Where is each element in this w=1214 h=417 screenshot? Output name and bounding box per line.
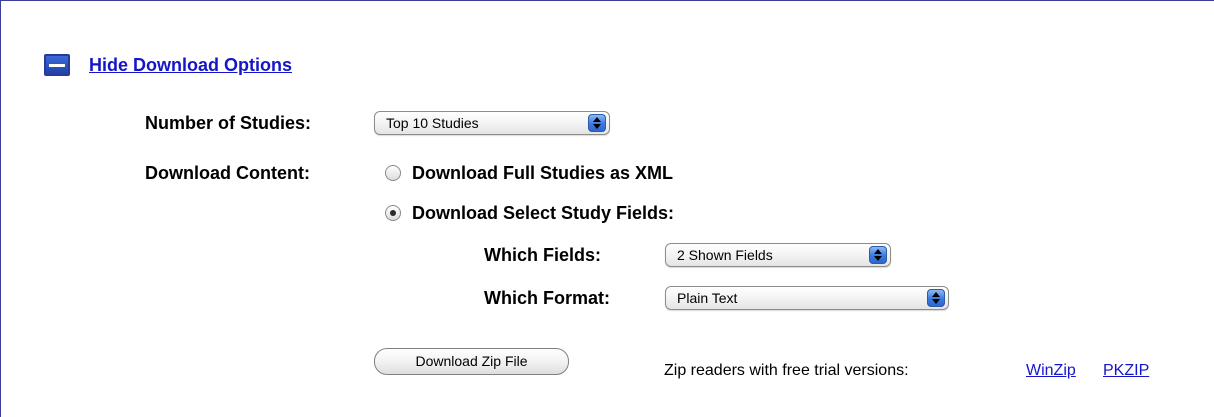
popup-arrows-icon (927, 289, 945, 307)
download-content-label: Download Content: (145, 163, 310, 183)
number-of-studies-value: Top 10 Studies (386, 115, 479, 131)
zip-readers-text: Zip readers with free trial versions: (664, 362, 909, 379)
radio-full-studies-xml[interactable] (385, 165, 401, 181)
which-format-value: Plain Text (677, 290, 738, 306)
popup-arrows-icon (588, 114, 606, 132)
pkzip-link[interactable]: PKZIP (1103, 361, 1149, 381)
hide-download-options-link[interactable]: Hide Download Options (89, 54, 292, 76)
which-fields-select[interactable]: 2 Shown Fields (665, 243, 891, 267)
popup-arrows-icon (869, 246, 887, 264)
which-format-label: Which Format: (484, 288, 610, 308)
which-fields-label: Which Fields: (484, 245, 601, 265)
which-fields-value: 2 Shown Fields (677, 247, 773, 263)
download-zip-button[interactable]: Download Zip File (374, 348, 569, 375)
number-of-studies-label: Number of Studies: (145, 113, 312, 133)
select-study-fields-label: Download Select Study Fields: (412, 203, 675, 223)
minus-icon[interactable] (44, 54, 70, 76)
radio-select-study-fields[interactable] (385, 205, 401, 221)
download-options-panel: Hide Download Options Number of Studies:… (0, 0, 1214, 417)
winzip-link[interactable]: WinZip (1026, 361, 1076, 381)
number-of-studies-select[interactable]: Top 10 Studies (374, 111, 610, 135)
full-studies-xml-label: Download Full Studies as XML (412, 163, 674, 183)
which-format-select[interactable]: Plain Text (665, 286, 949, 310)
